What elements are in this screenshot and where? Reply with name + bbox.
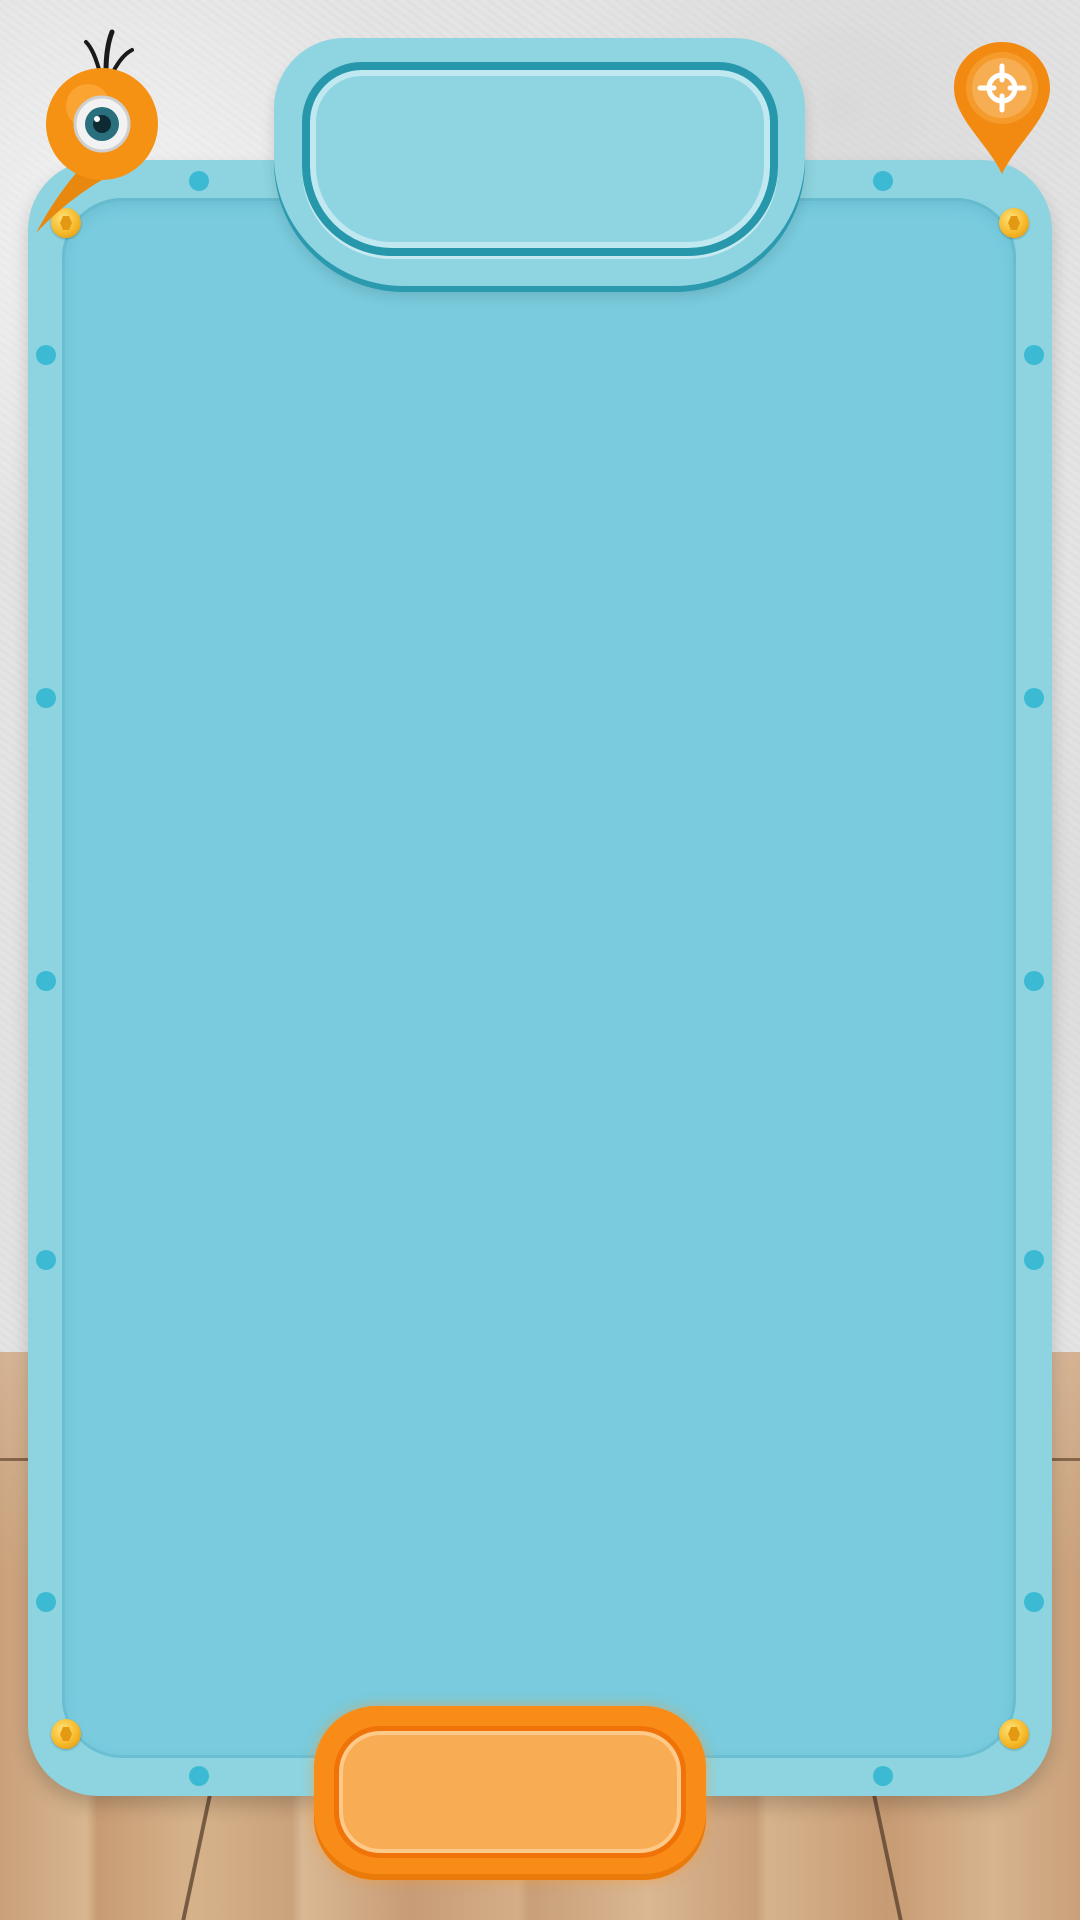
board-dot: [873, 1766, 893, 1786]
board-dot: [36, 688, 56, 708]
board-dot: [36, 1592, 56, 1612]
board-dot: [1024, 688, 1044, 708]
action-button-face: [334, 1726, 686, 1858]
board-dot: [1024, 1250, 1044, 1270]
board-dot: [36, 345, 56, 365]
locate-button[interactable]: [952, 40, 1052, 176]
title-window: [302, 62, 778, 256]
location-pin-crosshair-icon: [954, 42, 1050, 174]
hex-screw-icon: [999, 1719, 1029, 1749]
board-dot: [1024, 971, 1044, 991]
action-button[interactable]: [314, 1706, 706, 1880]
orange-bird-mascot-icon: [30, 28, 170, 238]
board-dot: [873, 171, 893, 191]
board-dot: [36, 971, 56, 991]
board-dot: [1024, 1592, 1044, 1612]
hex-screw-icon: [999, 208, 1029, 238]
board-dot: [189, 1766, 209, 1786]
board-panel: [62, 198, 1016, 1758]
board-dot: [1024, 345, 1044, 365]
hex-screw-icon: [51, 1719, 81, 1749]
board-dot: [36, 1250, 56, 1270]
board-dot: [189, 171, 209, 191]
